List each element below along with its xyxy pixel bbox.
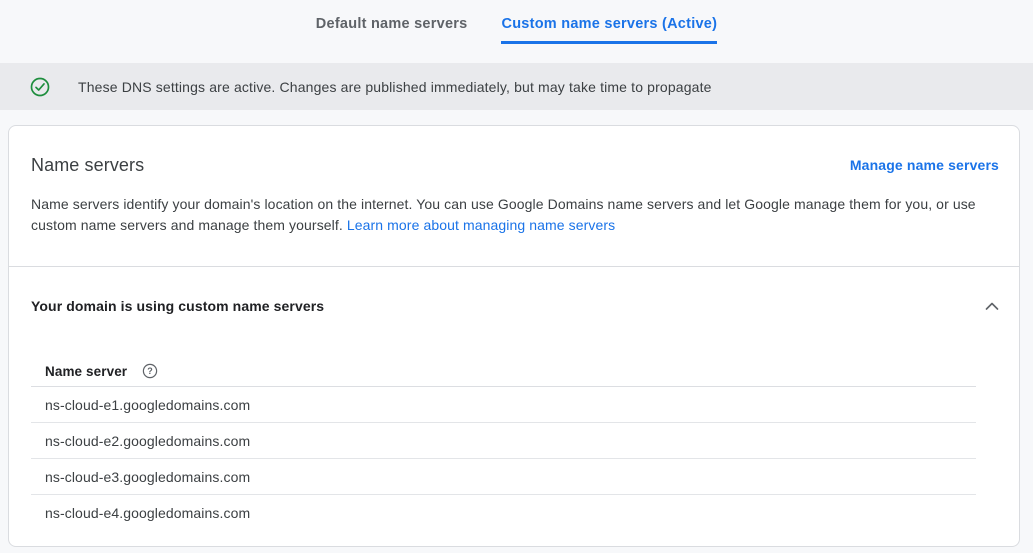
table-row: ns-cloud-e4.googledomains.com [31, 495, 976, 531]
name-server-column-header: Name server [45, 364, 127, 379]
name-server-tabs: Default name servers Custom name servers… [0, 0, 1033, 63]
table-row: ns-cloud-e1.googledomains.com [31, 387, 976, 423]
tab-custom-name-servers[interactable]: Custom name servers (Active) [501, 0, 717, 44]
check-circle-icon [30, 77, 50, 97]
banner-message: These DNS settings are active. Changes a… [78, 79, 712, 95]
card-top-section: Name servers Manage name servers Name se… [9, 126, 1019, 266]
card-title: Name servers [31, 152, 144, 178]
table-row: ns-cloud-e2.googledomains.com [31, 423, 976, 459]
help-icon[interactable]: ? [142, 363, 158, 379]
name-servers-card: Name servers Manage name servers Name se… [8, 125, 1020, 547]
section-title: Your domain is using custom name servers [31, 296, 324, 316]
manage-name-servers-link[interactable]: Manage name servers [850, 157, 999, 173]
chevron-up-icon [985, 302, 999, 310]
card-description: Name servers identify your domain's loca… [31, 194, 979, 236]
table-row: ns-cloud-e3.googledomains.com [31, 459, 976, 495]
svg-text:?: ? [147, 366, 153, 376]
tab-default-name-servers[interactable]: Default name servers [316, 0, 468, 44]
dns-active-banner: These DNS settings are active. Changes a… [0, 63, 1033, 110]
collapse-section-button[interactable] [979, 295, 1005, 317]
name-server-table: Name server ? ns-cloud-e1.googledomains.… [31, 356, 976, 531]
custom-name-servers-section: Your domain is using custom name servers… [9, 266, 1019, 546]
table-header-row: Name server ? [31, 356, 976, 387]
learn-more-link[interactable]: Learn more about managing name servers [347, 217, 615, 233]
